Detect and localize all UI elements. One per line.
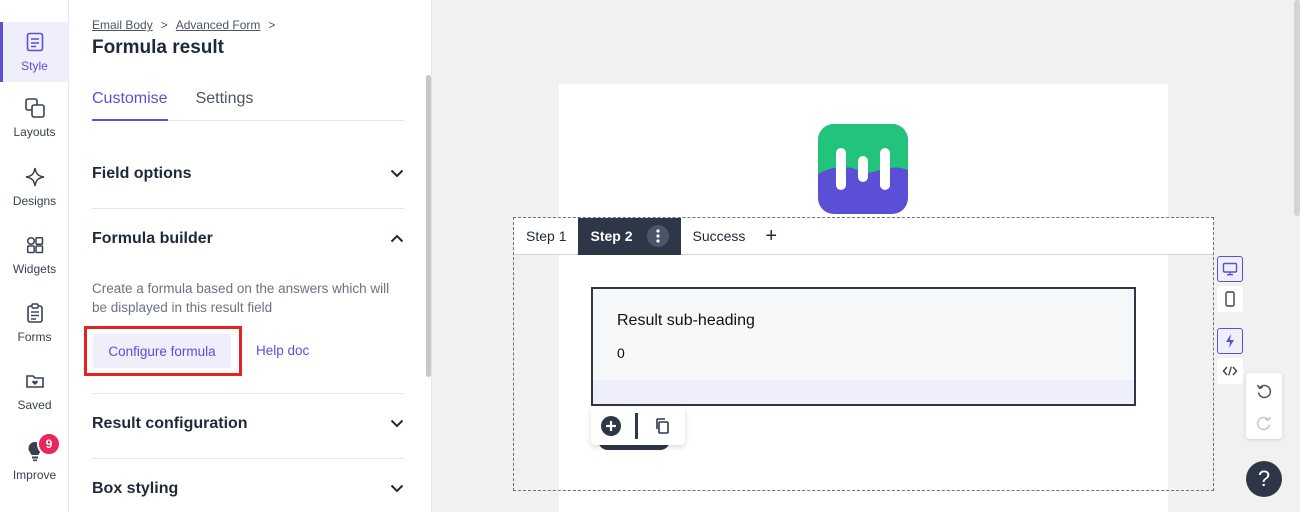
- chevron-down-icon: [390, 165, 404, 183]
- rail-label: Saved: [17, 398, 52, 412]
- code-view-button[interactable]: [1217, 358, 1243, 384]
- rail-item-forms[interactable]: Forms: [0, 302, 69, 344]
- divider: [92, 208, 404, 209]
- step-tab-1[interactable]: Step 1: [514, 218, 578, 255]
- settings-panel: Email Body > Advanced Form > Formula res…: [69, 0, 432, 512]
- brand-logo: [818, 124, 908, 214]
- breadcrumb: Email Body > Advanced Form >: [92, 18, 275, 32]
- toolbar-separator: [635, 413, 638, 439]
- mobile-view-button[interactable]: [1217, 286, 1243, 312]
- rail-item-saved[interactable]: Saved: [0, 370, 69, 412]
- rail-label: Style: [21, 59, 48, 73]
- tab-settings[interactable]: Settings: [196, 90, 254, 121]
- left-rail: Style Layouts Designs Widgets Forms Save…: [0, 0, 69, 512]
- result-heading: Result sub-heading: [617, 312, 755, 329]
- step-label: Step 2: [590, 228, 633, 244]
- configure-formula-button[interactable]: Configure formula: [93, 334, 231, 368]
- rail-label: Improve: [12, 468, 57, 482]
- copy-icon: [656, 418, 669, 434]
- divider: [92, 458, 404, 459]
- rail-item-improve[interactable]: 9 Improve: [0, 432, 69, 482]
- section-title: Formula builder: [92, 230, 213, 247]
- rail-item-layouts[interactable]: Layouts: [0, 97, 69, 139]
- desktop-view-button[interactable]: [1217, 256, 1243, 282]
- section-box-styling[interactable]: Box styling: [92, 480, 404, 498]
- panel-tabs: Customise Settings: [92, 90, 404, 121]
- canvas-scrollbar[interactable]: [1294, 0, 1300, 216]
- step-tabs: Step 1 Step 2 Success +: [514, 217, 1213, 255]
- page-title: Formula result: [92, 37, 224, 58]
- lightning-icon: [1226, 334, 1234, 348]
- rail-label: Designs: [12, 194, 57, 208]
- panel-scrollbar[interactable]: [426, 75, 431, 377]
- section-result-configuration[interactable]: Result configuration: [92, 415, 404, 433]
- rail-item-widgets[interactable]: Widgets: [0, 234, 69, 276]
- layouts-icon: [24, 97, 46, 119]
- breadcrumb-advanced-form[interactable]: Advanced Form: [176, 18, 261, 32]
- formula-description: Create a formula based on the answers wh…: [92, 281, 390, 315]
- breadcrumb-email-body[interactable]: Email Body: [92, 18, 153, 32]
- step-tab-2[interactable]: Step 2: [578, 217, 681, 255]
- more-vertical-icon[interactable]: [646, 225, 669, 247]
- section-title: Field options: [92, 165, 192, 182]
- interactions-button[interactable]: [1217, 328, 1243, 354]
- chevron-down-icon: [390, 415, 404, 433]
- duplicate-button[interactable]: [642, 407, 682, 445]
- result-field[interactable]: Result sub-heading 0: [591, 287, 1136, 406]
- redo-icon: [1256, 416, 1272, 431]
- style-icon: [24, 31, 46, 53]
- code-icon: [1222, 366, 1238, 376]
- section-field-options[interactable]: Field options: [92, 165, 404, 183]
- sparkle-icon: [24, 166, 46, 188]
- chevron-up-icon: [390, 230, 404, 248]
- folder-heart-icon: [24, 370, 46, 392]
- chevron-down-icon: [390, 480, 404, 498]
- step-tab-success[interactable]: Success: [681, 218, 758, 255]
- rail-label: Widgets: [12, 262, 57, 276]
- undo-icon: [1256, 384, 1272, 399]
- add-step-button[interactable]: +: [757, 218, 785, 255]
- history-controls: [1246, 373, 1282, 439]
- plus-circle-icon: [601, 416, 621, 436]
- rail-item-style[interactable]: Style: [0, 22, 69, 82]
- section-formula-builder[interactable]: Formula builder: [92, 230, 404, 248]
- undo-button[interactable]: [1254, 381, 1274, 401]
- redo-button[interactable]: [1254, 413, 1274, 433]
- add-block-button[interactable]: [591, 407, 631, 445]
- mobile-icon: [1225, 291, 1235, 307]
- rail-label: Forms: [17, 330, 52, 344]
- section-title: Result configuration: [92, 415, 248, 432]
- desktop-icon: [1222, 262, 1238, 276]
- block-toolbar: [591, 407, 685, 445]
- breadcrumb-separator: >: [160, 18, 168, 32]
- rail-label: Layouts: [13, 125, 56, 139]
- tab-customise[interactable]: Customise: [92, 90, 168, 121]
- divider: [92, 393, 404, 394]
- help-doc-link[interactable]: Help doc: [256, 343, 309, 358]
- help-button[interactable]: ?: [1246, 461, 1282, 497]
- result-field-footer: [593, 380, 1134, 404]
- rail-item-designs[interactable]: Designs: [0, 166, 69, 208]
- section-title: Box styling: [92, 480, 179, 497]
- notification-badge: 9: [37, 432, 61, 456]
- widgets-icon: [24, 234, 46, 256]
- breadcrumb-separator: >: [268, 18, 276, 32]
- result-value: 0: [617, 345, 625, 361]
- clipboard-icon: [24, 302, 46, 324]
